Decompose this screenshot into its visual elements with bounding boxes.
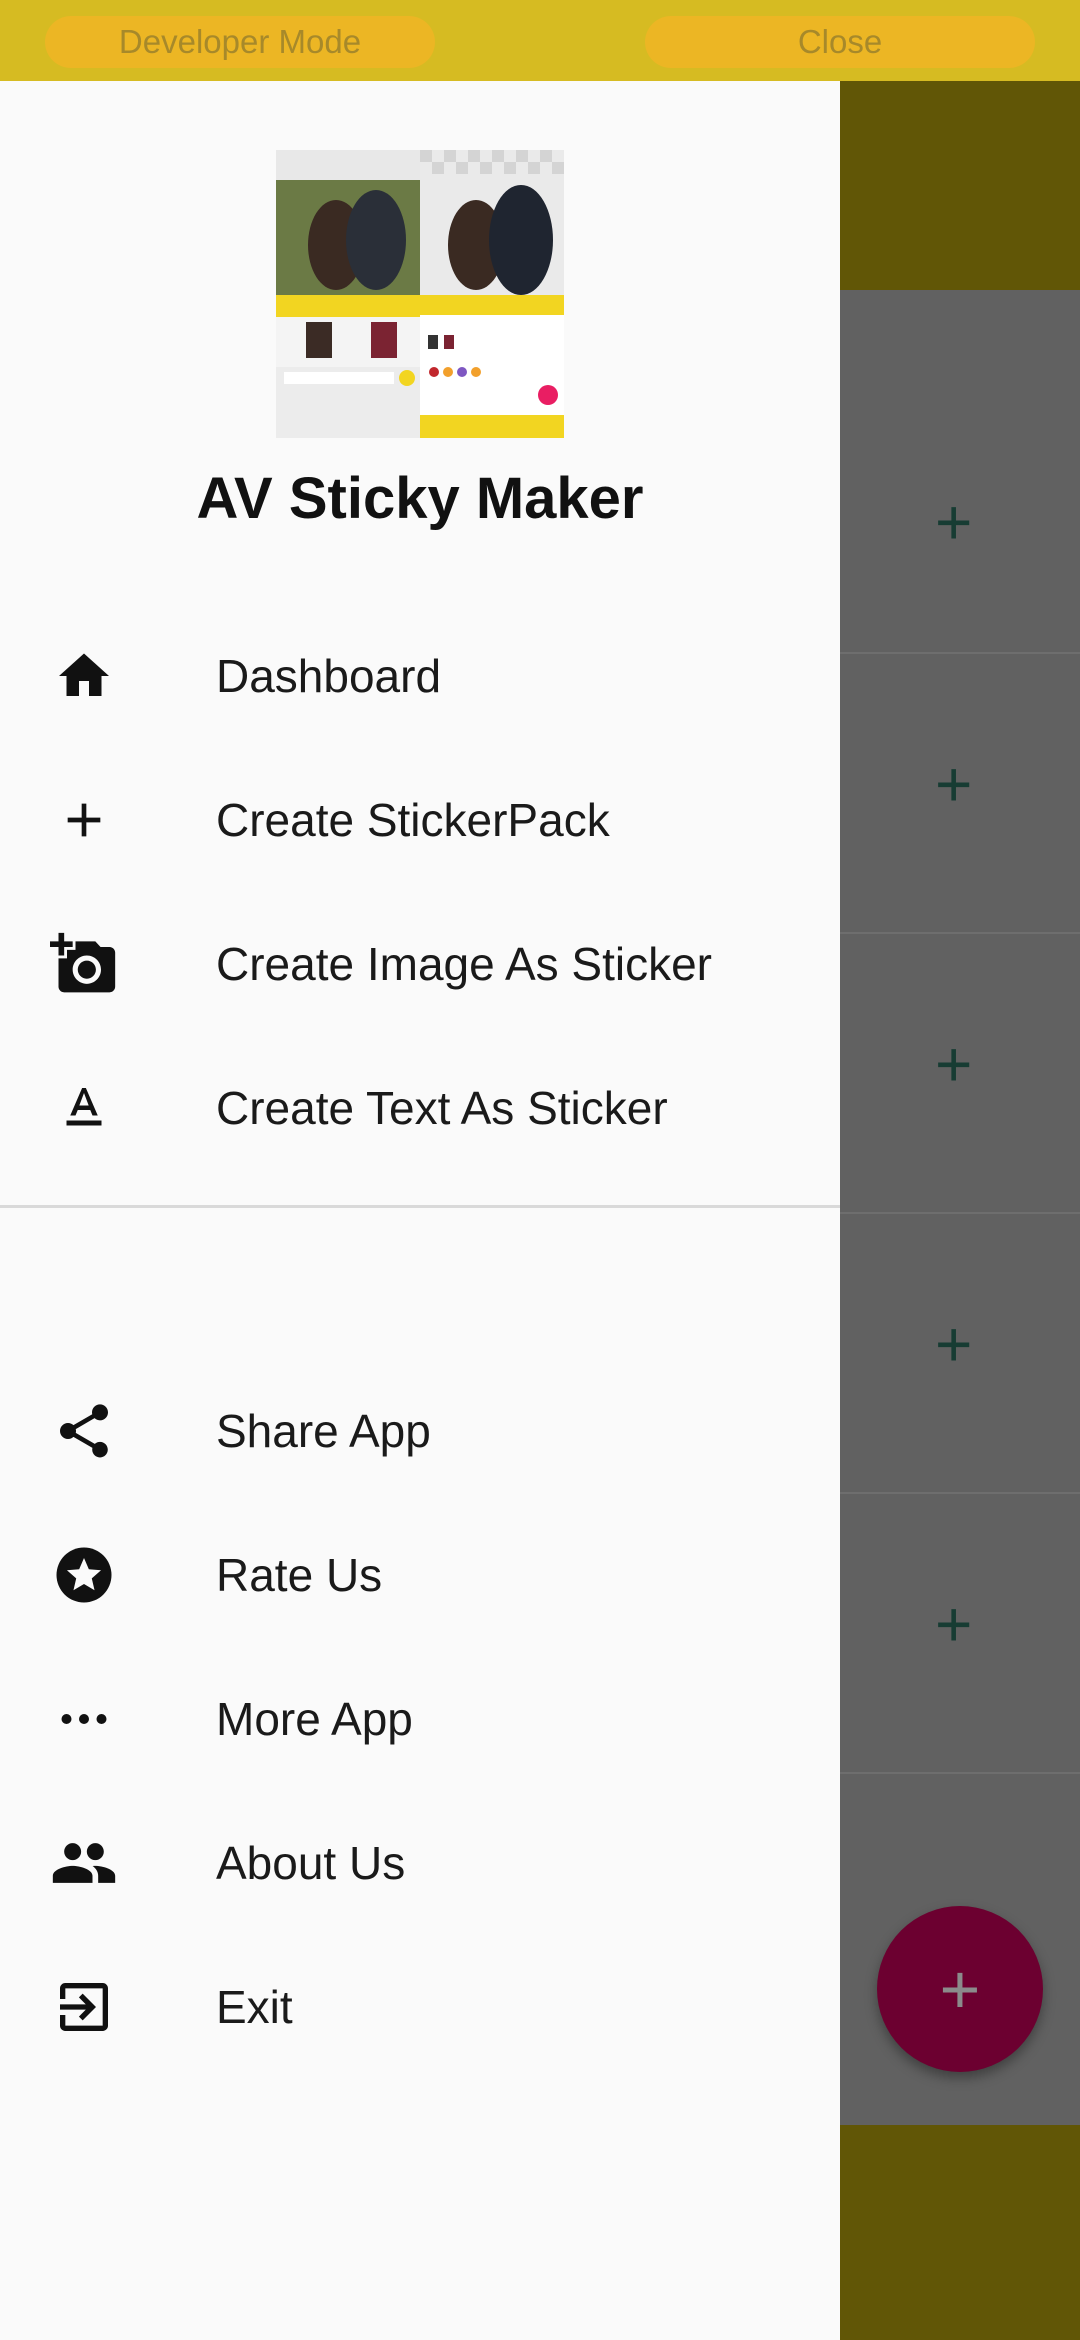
menu-item-label: Create StickerPack [216, 794, 610, 846]
add-icon[interactable]: + [935, 1592, 972, 1656]
exit-icon [50, 1973, 118, 2041]
people-icon [50, 1829, 118, 1897]
background-bottom-bar [840, 2125, 1080, 2340]
add-icon[interactable]: + [935, 1312, 972, 1376]
menu-item-label: Exit [216, 1981, 293, 2033]
menu-item-create-image-sticker[interactable]: Create Image As Sticker [0, 892, 840, 1036]
share-icon [50, 1397, 118, 1465]
list-item[interactable]: + [840, 290, 1080, 654]
app-logo [276, 150, 564, 438]
home-icon [50, 642, 118, 710]
list-item[interactable]: + [840, 1212, 1080, 1494]
menu-item-rate-us[interactable]: Rate Us [0, 1503, 840, 1647]
menu-item-label: Dashboard [216, 650, 442, 702]
list-item[interactable]: + [840, 932, 1080, 1214]
menu-item-label: Create Image As Sticker [216, 938, 712, 990]
plus-icon [50, 786, 118, 854]
menu-item-about-us[interactable]: About Us [0, 1791, 840, 1935]
list-item[interactable]: + [840, 1492, 1080, 1774]
list-item[interactable]: + [840, 652, 1080, 934]
menu-item-exit[interactable]: Exit [0, 1935, 840, 2079]
menu-item-label: Create Text As Sticker [216, 1082, 668, 1134]
menu-divider [0, 1205, 840, 1208]
more-horizontal-icon [50, 1685, 118, 1753]
text-format-icon [50, 1074, 118, 1142]
close-button[interactable]: Close [645, 16, 1035, 68]
floating-add-button[interactable]: + [877, 1906, 1043, 2072]
star-circle-icon [50, 1541, 118, 1609]
menu-item-share-app[interactable]: Share App [0, 1359, 840, 1503]
menu-item-more-app[interactable]: More App [0, 1647, 840, 1791]
add-icon[interactable]: + [935, 752, 972, 816]
background-app-header [840, 81, 1080, 290]
menu-item-label: Rate Us [216, 1549, 383, 1601]
app-title: AV Sticky Maker [196, 466, 644, 531]
developer-mode-button[interactable]: Developer Mode [45, 16, 435, 68]
menu-item-dashboard[interactable]: Dashboard [0, 604, 840, 748]
add-camera-icon [50, 930, 118, 998]
menu-item-label: More App [216, 1693, 413, 1745]
add-icon[interactable]: + [935, 1032, 972, 1096]
menu-item-label: About Us [216, 1837, 406, 1889]
menu-item-create-stickerpack[interactable]: Create StickerPack [0, 748, 840, 892]
menu-item-label: Share App [216, 1405, 431, 1457]
add-icon[interactable]: + [935, 490, 972, 554]
developer-toolbar: Developer Mode Close [0, 0, 1080, 81]
plus-icon: + [939, 1950, 981, 2028]
menu-item-create-text-sticker[interactable]: Create Text As Sticker [0, 1036, 840, 1180]
background-sticker-list: + + + + + [840, 290, 1080, 2125]
navigation-drawer: AV Sticky Maker Dashboard Create Sticker… [0, 81, 840, 2340]
